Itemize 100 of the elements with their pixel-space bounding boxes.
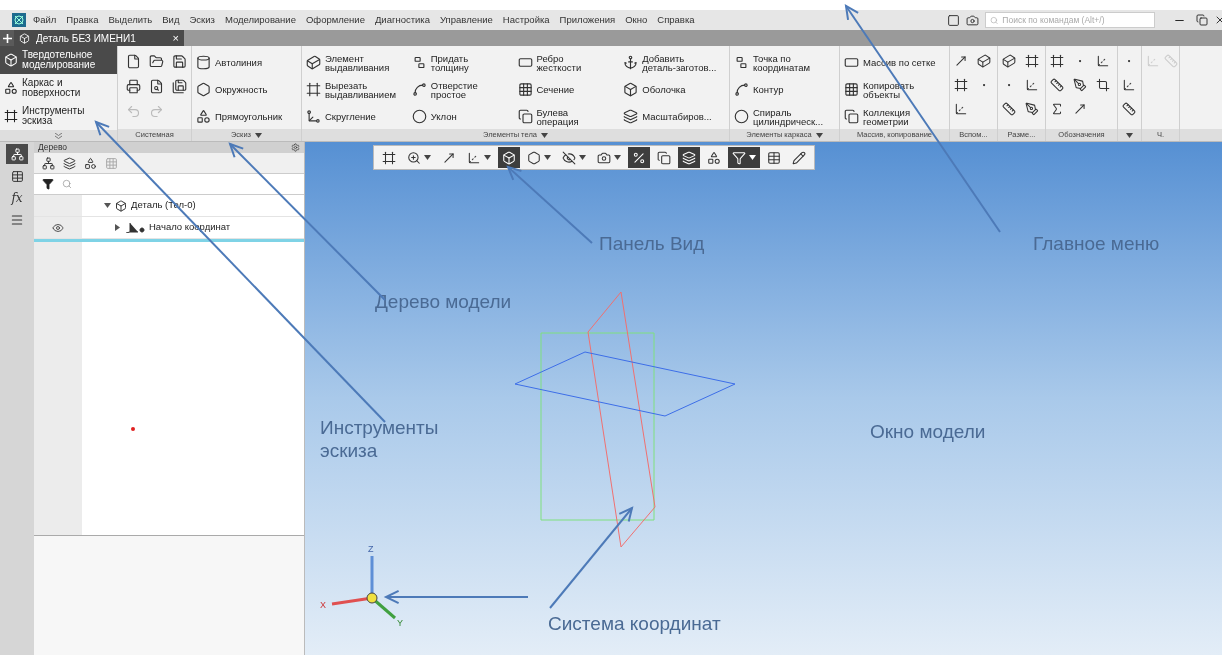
zoom-icon: [407, 150, 421, 165]
search-field[interactable]: Поиск по командам (Alt+/): [985, 12, 1155, 28]
ruler-icon[interactable]: [1002, 102, 1016, 116]
dropdown-arrow-icon[interactable]: [424, 155, 431, 160]
view-tool-button[interactable]: [678, 147, 700, 168]
tree-icon[interactable]: [42, 156, 55, 170]
visibility-cell[interactable]: [34, 217, 82, 238]
shapes-icon: [4, 81, 18, 95]
camera-icon: [597, 150, 611, 165]
dropdown-arrow-icon[interactable]: [255, 132, 263, 138]
tree-icon: [10, 147, 24, 161]
ribbon-command[interactable]: Добавить деталь-заготов...: [623, 49, 725, 76]
ribbon-command[interactable]: Окружность: [196, 76, 297, 103]
axes-icon[interactable]: [1024, 78, 1039, 92]
settings-icon[interactable]: [291, 143, 300, 152]
dropdown-arrow-icon[interactable]: [614, 155, 621, 160]
menu-item[interactable]: Правка: [66, 12, 99, 28]
arrow-icon[interactable]: [1073, 102, 1087, 116]
menu-item[interactable]: Эскиз: [189, 12, 215, 28]
preview-icon[interactable]: [149, 79, 164, 94]
crop-icon[interactable]: [1096, 78, 1110, 92]
menu-item[interactable]: Моделирование: [224, 12, 296, 28]
ribbon-command[interactable]: Вырезать выдавливанием: [306, 76, 408, 103]
dropdown-arrow-icon[interactable]: [579, 155, 586, 160]
eye-icon[interactable]: [52, 221, 64, 234]
document-tab[interactable]: Деталь БЕЗ ИМЕНИ1 ×: [14, 30, 184, 46]
camera-icon[interactable]: [966, 13, 979, 27]
pen-icon[interactable]: [1073, 78, 1087, 92]
dropdown-arrow-icon[interactable]: [1126, 132, 1133, 138]
copy-icon: [844, 109, 859, 124]
ribbon-command[interactable]: Спираль цилиндрическ...: [734, 103, 835, 130]
ribbon-command[interactable]: Придать толщину: [411, 49, 514, 76]
dropdown-arrow-icon[interactable]: [484, 155, 491, 160]
menu-item[interactable]: Приложения: [559, 12, 616, 28]
ribbon-command[interactable]: Элемент выдавливания: [306, 49, 408, 76]
menu-item[interactable]: Справка: [657, 12, 695, 28]
sigma-icon[interactable]: [1050, 102, 1064, 116]
ribbon-command[interactable]: Масштабиров...: [623, 103, 725, 130]
ribbon-command[interactable]: Точка по координатам: [734, 49, 835, 76]
expand-icon[interactable]: [55, 132, 62, 139]
pen-icon[interactable]: [1024, 102, 1039, 116]
dropdown-arrow-icon[interactable]: [749, 155, 756, 160]
visibility-cell[interactable]: [34, 195, 82, 216]
menu-item[interactable]: Оформление: [305, 12, 365, 28]
ruler-icon[interactable]: [1050, 78, 1064, 92]
view-tool-button[interactable]: [498, 147, 520, 168]
save-icon[interactable]: [172, 54, 187, 69]
mode-tab[interactable]: Инструменты эскиза: [0, 102, 117, 130]
rectangle-icon: [517, 55, 533, 70]
cuboid-icon[interactable]: [1002, 54, 1016, 68]
ribbon-command[interactable]: Ребро жесткости: [517, 49, 620, 76]
tab-close-button[interactable]: ×: [172, 29, 179, 47]
menu-item[interactable]: Окно: [625, 12, 648, 28]
menu-item[interactable]: Вид: [162, 12, 180, 28]
ribbon-command[interactable]: Скругление: [306, 103, 408, 130]
cuboid-icon[interactable]: [976, 54, 991, 68]
ribbon-command[interactable]: Уклон: [411, 103, 514, 130]
shapes-icon[interactable]: [84, 156, 97, 170]
save-all-icon[interactable]: [172, 79, 187, 94]
dropdown-arrow-icon[interactable]: [544, 155, 551, 160]
ribbon-command[interactable]: Контур: [734, 76, 835, 103]
dropdown-arrow-icon[interactable]: [815, 132, 823, 138]
menu-item[interactable]: Выделить: [108, 12, 153, 28]
menu-icon: [10, 213, 24, 227]
ribbon-command[interactable]: Отверстие простое: [411, 76, 514, 103]
ribbon-command[interactable]: Автолиния: [196, 49, 297, 76]
menu-item[interactable]: Диагностика: [374, 12, 430, 28]
view-tool-button[interactable]: [628, 147, 650, 168]
mode-tab[interactable]: Твердотельное моделирование: [0, 46, 117, 74]
expanded-arrow-icon[interactable]: [104, 203, 111, 208]
menu-item[interactable]: Файл: [33, 12, 57, 28]
new-tab-button[interactable]: [0, 30, 14, 46]
ribbon-command[interactable]: Булева операция: [517, 103, 620, 130]
axes-icon[interactable]: [1096, 54, 1110, 68]
percent-icon: [632, 150, 646, 165]
layers-icon[interactable]: [63, 156, 76, 170]
spline-icon: [734, 82, 749, 97]
ruler-icon[interactable]: [1122, 102, 1136, 116]
arrow-icon[interactable]: [954, 54, 968, 68]
mode-tab[interactable]: Каркас и поверхности: [0, 74, 117, 102]
menu-item[interactable]: Настройка: [502, 12, 550, 28]
ribbon-command[interactable]: Сечение: [517, 76, 620, 103]
app-logo-icon[interactable]: [12, 13, 26, 27]
restore-icon[interactable]: [1196, 14, 1208, 26]
sidebar-tab[interactable]: fx: [6, 188, 28, 208]
filter-icon[interactable]: [42, 178, 54, 190]
panel-icon[interactable]: [947, 13, 960, 27]
dropdown-arrow-icon[interactable]: [540, 132, 548, 138]
folder-icon[interactable]: [149, 54, 164, 69]
printer-icon[interactable]: [126, 79, 141, 94]
axes-icon[interactable]: [1122, 78, 1136, 92]
file-icon[interactable]: [126, 54, 141, 69]
ribbon-command[interactable]: Коллекция геометрии: [844, 103, 945, 130]
collapsed-arrow-icon[interactable]: [115, 224, 120, 231]
menu-item[interactable]: Управление: [440, 12, 493, 28]
view-tool-button[interactable]: [728, 147, 760, 168]
axes-icon[interactable]: [954, 102, 968, 116]
sidebar-tab[interactable]: [6, 144, 28, 164]
ribbon-command[interactable]: Прямоугольник: [196, 103, 297, 130]
ribbon-command[interactable]: Оболочка: [623, 76, 725, 103]
